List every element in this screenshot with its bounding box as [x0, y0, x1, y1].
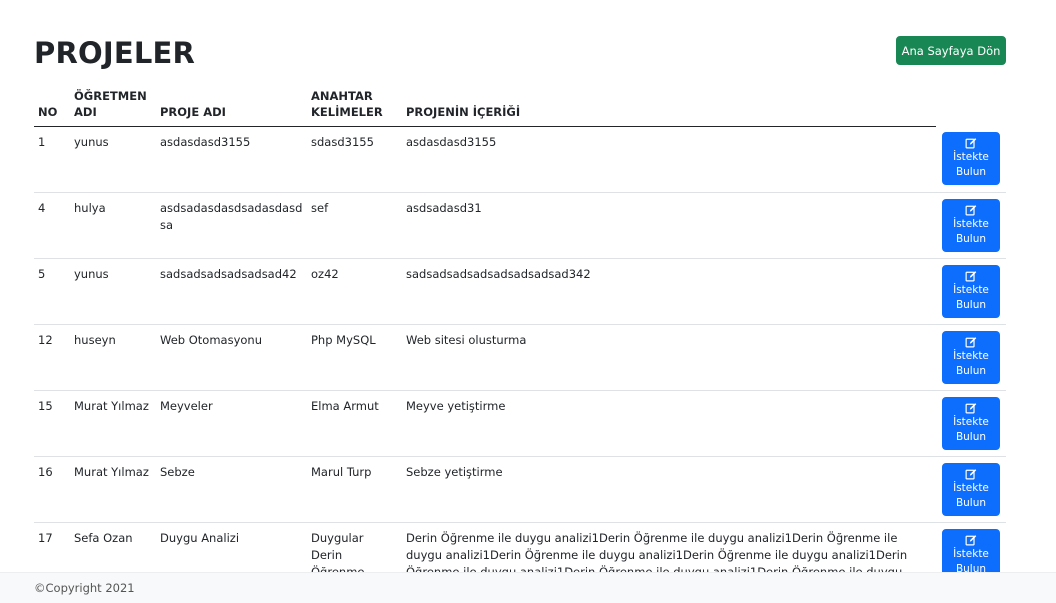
cell-action: İstekte Bulun [936, 456, 1006, 523]
cell-project: sadsadsadsadsadsad42 [156, 258, 307, 325]
edit-icon [965, 402, 977, 413]
cell-no: 4 [34, 192, 70, 259]
request-button[interactable]: İstekte Bulun [942, 462, 1000, 516]
header-action [936, 82, 1006, 126]
edit-icon [965, 336, 977, 347]
request-button-label: İstekte Bulun [953, 481, 989, 509]
cell-teacher: yunus [70, 126, 156, 193]
page-title: PROJELER [34, 36, 196, 70]
cell-project: Meyveler [156, 390, 307, 457]
projects-table: NO ÖĞRETMEN ADI PROJE ADI ANAHTAR KELİME… [34, 82, 1006, 599]
cell-teacher: huseyn [70, 324, 156, 391]
request-button[interactable]: İstekte Bulun [942, 198, 1000, 252]
copyright-text: ©Copyright 2021 [34, 581, 135, 595]
cell-keywords: sdasd3155 [307, 126, 402, 193]
request-button-label: İstekte Bulun [953, 151, 989, 178]
cell-keywords: oz42 [307, 258, 402, 325]
table-body: 1 yunus asdasdasd3155 sdasd3155 asdasdasd315… [34, 126, 1006, 599]
request-button[interactable]: İstekte Bulun [942, 330, 1000, 384]
header-keywords: ANAHTAR KELİMELER [307, 82, 402, 127]
edit-icon [965, 270, 977, 281]
cell-project: asdsadasdasdsadasdasdsa [156, 192, 307, 259]
cell-content: Meyve yetiştirme [402, 390, 936, 457]
cell-keywords: Elma Armut [307, 390, 402, 457]
cell-no: 12 [34, 324, 70, 391]
table-row: 12 huseyn Web Otomasyonu Php MySQL Web sites… [34, 324, 1006, 391]
edit-icon [965, 204, 977, 215]
cell-content: Web sitesi olusturma [402, 324, 936, 391]
cell-teacher: Murat Yılmaz [70, 456, 156, 523]
request-button[interactable]: İstekte Bulun [942, 132, 1000, 185]
cell-action: İstekte Bulun [936, 324, 1006, 391]
cell-keywords: sef [307, 192, 402, 259]
cell-teacher: Murat Yılmaz [70, 390, 156, 457]
table-row: 15 Murat Yılmaz Meyveler Elma Armut Meyve ye… [34, 390, 1006, 457]
request-button-label: İstekte Bulun [953, 349, 989, 377]
request-button-label: İstekte Bulun [953, 283, 989, 311]
edit-icon [965, 138, 977, 149]
cell-no: 15 [34, 390, 70, 457]
cell-teacher: yunus [70, 258, 156, 325]
header-content: PROJENİN İÇERİĞİ [402, 82, 936, 127]
cell-content: asdasdasd3155 [402, 126, 936, 193]
table-row: 16 Murat Yılmaz Sebze Marul Turp Sebze yetiş… [34, 456, 1006, 523]
cell-teacher: hulya [70, 192, 156, 259]
table-row: 1 yunus asdasdasd3155 sdasd3155 asdasdasd315… [34, 126, 1006, 193]
request-button-label: İstekte Bulun [953, 415, 989, 443]
table-row: 5 yunus sadsadsadsadsadsad42 oz42 sadsadsads… [34, 258, 1006, 325]
cell-project: Sebze [156, 456, 307, 523]
cell-action: İstekte Bulun [936, 258, 1006, 325]
cell-action: İstekte Bulun [936, 390, 1006, 457]
cell-keywords: Php MySQL [307, 324, 402, 391]
table-header: NO ÖĞRETMEN ADI PROJE ADI ANAHTAR KELİME… [34, 82, 1006, 127]
request-button[interactable]: İstekte Bulun [942, 264, 1000, 318]
table-row: 4 hulya asdsadasdasdsadasdasdsa sef asdsadas… [34, 192, 1006, 259]
cell-action: İstekte Bulun [936, 192, 1006, 259]
edit-icon [965, 468, 977, 479]
cell-no: 16 [34, 456, 70, 523]
request-button-label: İstekte Bulun [953, 217, 989, 245]
cell-keywords: Marul Turp [307, 456, 402, 523]
cell-project: asdasdasd3155 [156, 126, 307, 193]
cell-content: Sebze yetiştirme [402, 456, 936, 523]
home-button[interactable]: Ana Sayfaya Dön [896, 36, 1006, 65]
cell-no: 1 [34, 126, 70, 193]
cell-action: İstekte Bulun [936, 126, 1006, 193]
cell-content: sadsadsadsadsadsadsadsad342 [402, 258, 936, 325]
header-project: PROJE ADI [156, 82, 307, 127]
cell-no: 5 [34, 258, 70, 325]
footer: ©Copyright 2021 [0, 572, 1056, 603]
cell-project: Web Otomasyonu [156, 324, 307, 391]
cell-content: asdsadasd31 [402, 192, 936, 259]
header-teacher: ÖĞRETMEN ADI [70, 82, 156, 127]
header-no: NO [34, 82, 70, 127]
request-button[interactable]: İstekte Bulun [942, 396, 1000, 450]
edit-icon [965, 534, 977, 545]
